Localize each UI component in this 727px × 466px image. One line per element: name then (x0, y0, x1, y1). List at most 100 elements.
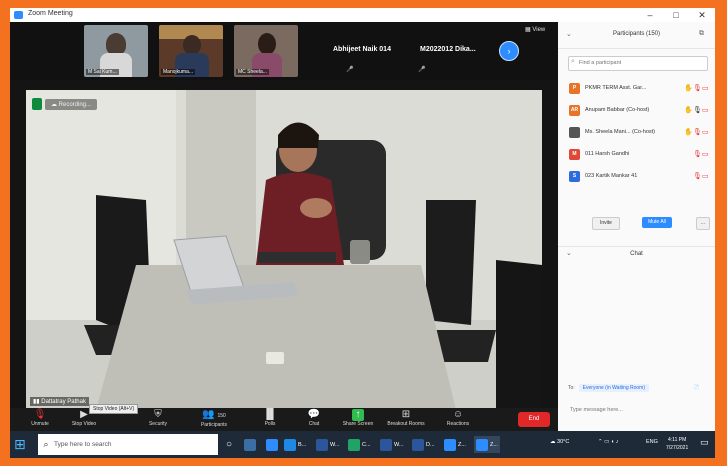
popout-icon[interactable]: ⧉ (699, 30, 704, 38)
participant-name: PKMR TERM Asst. Gar... (585, 85, 647, 91)
video-area: M Sai Kum... Manojkuma... MC Sheela... A… (10, 22, 558, 410)
recipient-select[interactable]: Everyone (in Waiting Room) (578, 384, 650, 392)
security-button[interactable]: ⛨ Security (136, 409, 180, 431)
avatar: AR (569, 105, 580, 116)
windows-taskbar: ⊞ ⌕ Type here to search ○ B... W... C...… (10, 431, 715, 458)
more-options-button[interactable]: ... (696, 217, 710, 230)
participants-button[interactable]: 👥 150 Participants (192, 409, 236, 431)
person-figure (258, 33, 276, 55)
video-strip: M Sai Kum... Manojkuma... MC Sheela... A… (10, 22, 558, 80)
file-icon[interactable]: 📄 (693, 385, 699, 391)
taskbar-clock[interactable]: 4:11 PM 7/27/2021 (666, 436, 688, 452)
chat-header: ⌄ Chat (558, 246, 715, 261)
thumbnail-name: MC Sheela... (236, 69, 269, 75)
taskbar-app[interactable] (264, 436, 280, 453)
mic-muted-icon: 🎙 (33, 409, 47, 420)
search-icon: ⌕ (43, 439, 49, 449)
taskbar-app[interactable]: W... (378, 436, 405, 453)
polls-icon: ▐▌ (262, 409, 278, 420)
thumbnail-name: M Sai Kum... (86, 69, 119, 75)
video-off-icon: ▭ (702, 107, 709, 114)
participants-panel: ⌄ Participants (150) ⧉ ⌕ P PKMR TERM Ass… (558, 22, 715, 431)
video-thumbnail[interactable]: Manojkuma... (159, 25, 223, 77)
chat-button[interactable]: 💬 Chat (292, 409, 336, 431)
mic-muted-icon: 🎤 (418, 67, 426, 73)
unmute-button[interactable]: 🎙 Unmute (18, 409, 62, 431)
task-view-icon[interactable]: ○ (224, 436, 234, 453)
minimize-button[interactable]: – (637, 8, 663, 22)
taskbar-app[interactable]: D... (410, 436, 437, 453)
cloud-icon: ☁ (51, 101, 59, 108)
search-icon: ⌕ (571, 58, 575, 65)
hand-icon: ✋ (684, 129, 693, 136)
participant-row[interactable]: S 023 Kartik Mankar 41 🎙 ▭ (558, 168, 715, 186)
windows-start-icon[interactable]: ⊞ (14, 437, 26, 451)
participant-tile-name[interactable]: Abhijeet Naik 014 (333, 46, 391, 53)
participant-row[interactable]: M 011 Harsh Gandhi 🎙 ▭ (558, 146, 715, 164)
taskbar-app[interactable]: B... (282, 436, 308, 453)
taskbar-app[interactable] (242, 436, 258, 453)
chat-icon: 💬 (307, 409, 321, 420)
breakout-rooms-button[interactable]: ⊞ Breakout Rooms (384, 409, 428, 431)
mic-muted-icon: 🎙 (693, 85, 702, 92)
weather-icon: ☁ (550, 439, 558, 445)
meeting-toolbar: 🎙 Unmute ▶ Stop Video Stop Video (Alt+V)… (10, 404, 558, 431)
participant-row[interactable]: AR Anupam Babbar (Co-host) ✋ 🎙 ▭ (558, 102, 715, 120)
taskbar-app-active[interactable]: Z... (474, 436, 500, 453)
polls-button[interactable]: ▐▌ Polls (248, 409, 292, 431)
participants-icon: 👥 150 (202, 409, 226, 420)
maximize-button[interactable]: □ (663, 8, 689, 22)
mic-muted-icon: 🎤 (346, 67, 354, 73)
shield-icon: ⛨ (154, 409, 162, 420)
weather-widget[interactable]: ☁ 30°C (550, 439, 569, 445)
person-figure (106, 33, 126, 55)
language-indicator[interactable]: ENG (646, 439, 658, 445)
avatar: S (569, 171, 580, 182)
hand-icon: ✋ (684, 107, 693, 114)
close-button[interactable]: ✕ (689, 8, 715, 22)
view-button[interactable]: ▦ View (525, 26, 545, 33)
recording-badge[interactable]: ☁ Recording... (45, 98, 98, 110)
participant-name: Ms. Sheela Mani... (Co-host) (585, 129, 655, 135)
taskbar-search-placeholder: Type here to search (54, 441, 112, 448)
system-tray-icons[interactable]: ⌃ ▭ ◖ ♪ (598, 439, 618, 445)
notification-icon[interactable]: ▭ (700, 437, 709, 448)
to-label: To: (568, 385, 575, 391)
zoom-app-icon (14, 11, 23, 19)
video-off-icon: ▭ (702, 151, 709, 158)
participant-name: Anupam Babbar (Co-host) (585, 107, 650, 113)
video-off-icon: ▭ (702, 85, 709, 92)
taskbar-app[interactable]: W... (314, 436, 341, 453)
thumbnail-name: Manojkuma... (161, 69, 196, 75)
next-page-button[interactable]: › (499, 41, 519, 61)
taskbar-search[interactable]: ⌕ Type here to search (38, 434, 218, 455)
mute-all-button[interactable]: Mute All (642, 217, 672, 228)
participant-row[interactable]: P PKMR TERM Asst. Gar... ✋ 🎙 ▭ (558, 80, 715, 98)
participant-tile-name[interactable]: M2022012 Dika... (420, 46, 476, 53)
end-meeting-button[interactable]: End (518, 412, 550, 427)
chat-message-input[interactable] (568, 398, 712, 422)
chat-recipient: To: Everyone (in Waiting Room) 📄 (568, 384, 699, 392)
video-thumbnail[interactable]: MC Sheela... (234, 25, 298, 77)
participant-search-input[interactable] (569, 57, 699, 68)
taskbar-app[interactable]: C... (346, 436, 373, 453)
title-bar: Zoom Meeting – □ ✕ (10, 8, 715, 22)
recording-indicator: ☁ Recording... (32, 98, 98, 110)
reactions-button[interactable]: ☺ Reactions (436, 409, 480, 431)
avatar: M (569, 149, 580, 160)
mic-muted-icon: 🎙 (693, 129, 702, 136)
avatar (569, 127, 580, 138)
invite-button[interactable]: Invite (592, 217, 620, 230)
participant-name: 023 Kartik Mankar 41 (585, 173, 638, 179)
rec-app-icon (32, 98, 42, 110)
video-off-icon: ▭ (702, 173, 709, 180)
speaker-name-label: ▮▮ Dattatray Pathak (30, 397, 89, 406)
participant-search[interactable]: ⌕ (568, 56, 708, 71)
reactions-icon: ☺ (452, 409, 464, 420)
breakout-icon: ⊞ (401, 409, 411, 420)
share-screen-button[interactable]: ↑ Share Screen (336, 409, 380, 431)
taskbar-app[interactable]: Z... (442, 436, 468, 453)
participant-row[interactable]: Ms. Sheela Mani... (Co-host) ✋ 🎙 ▭ (558, 124, 715, 142)
tooltip: Stop Video (Alt+V) (89, 404, 139, 414)
video-thumbnail[interactable]: M Sai Kum... (84, 25, 148, 77)
